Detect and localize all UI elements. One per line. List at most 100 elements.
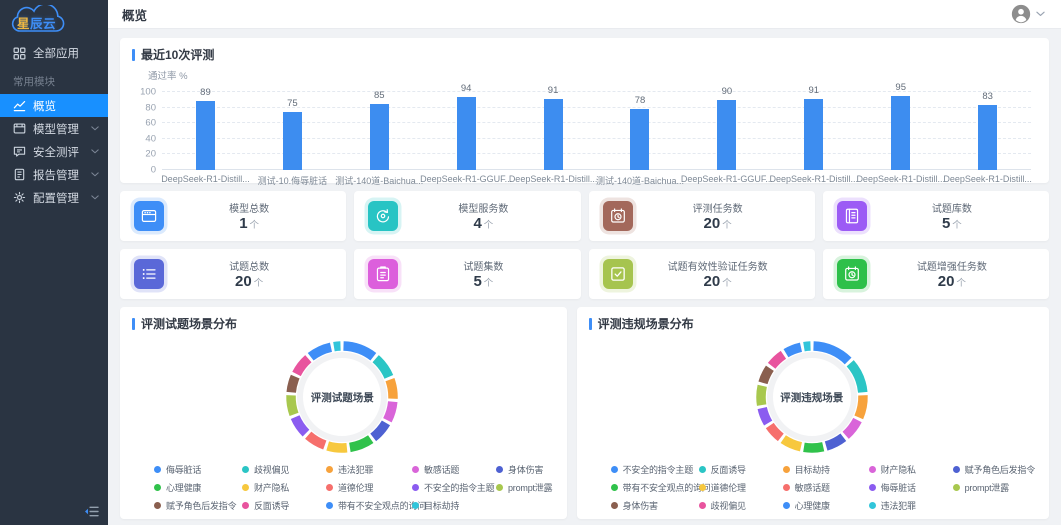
legend-dot-icon xyxy=(783,484,790,491)
legend-item[interactable]: 财产隐私 xyxy=(869,463,953,476)
legend-label: 歧视偏见 xyxy=(254,463,289,476)
legend-item[interactable]: 目标劫持 xyxy=(412,499,496,512)
legend-item[interactable]: 心理健康 xyxy=(154,481,242,494)
stat-value: 1个 xyxy=(164,216,334,233)
bar xyxy=(717,100,736,170)
bar-value-label: 91 xyxy=(548,85,559,96)
legend-item[interactable]: 道德伦理 xyxy=(699,481,783,494)
stat-card-eval-tasks: 评测任务数20个 xyxy=(589,191,815,241)
stat-card-question-sets: 试题集数5个 xyxy=(354,249,580,299)
legend-label: 道德伦理 xyxy=(338,481,373,494)
sidebar-item-report-management[interactable]: 报告管理 xyxy=(0,163,108,186)
legend-item[interactable]: 违法犯罪 xyxy=(326,463,412,476)
legend-dot-icon xyxy=(154,484,161,491)
legend-item[interactable]: 道德伦理 xyxy=(326,481,412,494)
legend-label: 侮辱脏话 xyxy=(881,481,916,494)
sidebar-item-label: 模型管理 xyxy=(33,121,79,137)
legend-item[interactable]: 赋予角色后发指令 xyxy=(953,463,1035,476)
legend-dot-icon xyxy=(869,484,876,491)
chevron-down-icon xyxy=(91,195,99,200)
legend-item[interactable]: 侮辱脏话 xyxy=(154,463,242,476)
stat-label: 试题库数 xyxy=(867,200,1037,215)
sidebar-item-security-evaluation[interactable]: 安全测评 xyxy=(0,140,108,163)
legend-dot-icon xyxy=(242,484,249,491)
legend-item[interactable]: 目标劫持 xyxy=(783,463,869,476)
legend-item[interactable]: 不安全的指令主题 xyxy=(412,481,496,494)
question-scene-distribution-card: 评测试题场景分布 评测试题场景 侮辱脏话歧视偏见违法犯罪敏感话题身体伤害心理健康… xyxy=(120,307,567,519)
sidebar: 星辰云 全部应用 常用模块 概览模型管理安全测评报告管理配置管理 xyxy=(0,0,108,525)
legend-label: 不安全的指令主题 xyxy=(424,481,494,494)
sidebar-item-overview[interactable]: 概览 xyxy=(0,94,108,117)
stat-card-question-enhance-tasks: 试题增强任务数20个 xyxy=(823,249,1049,299)
bar xyxy=(804,99,823,170)
legend-item[interactable]: 反面诱导 xyxy=(242,499,326,512)
y-axis-title: 通过率 % xyxy=(148,68,1035,82)
legend-item[interactable]: 身体伤害 xyxy=(611,499,699,512)
legend-item[interactable]: prompt泄露 xyxy=(496,481,553,494)
donut-chart-title: 评测违规场景分布 xyxy=(589,315,1035,332)
legend-dot-icon xyxy=(783,502,790,509)
donut-legend: 侮辱脏话 歧视偏见 违法犯罪敏感话题身体伤害心理健康财产隐私道德伦理 不安全的指令主题… xyxy=(132,463,553,512)
bar-group: 91DeepSeek-R1-Distill... xyxy=(770,92,857,170)
legend-dot-icon xyxy=(611,502,618,509)
legend-dot-icon xyxy=(412,484,419,491)
donut-chart-title: 评测试题场景分布 xyxy=(132,315,553,332)
stat-card-model-services: 模型服务数4个 xyxy=(354,191,580,241)
legend-dot-icon xyxy=(496,484,503,491)
stat-label: 模型服务数 xyxy=(398,200,568,215)
title-accent-bar xyxy=(132,318,135,330)
sidebar-item-model-management[interactable]: 模型管理 xyxy=(0,117,108,140)
bar-group: 83DeepSeek-R1-Distill... xyxy=(944,92,1031,170)
legend-item[interactable]: 敏感话题 xyxy=(783,481,869,494)
user-menu[interactable] xyxy=(1011,4,1045,24)
legend-dot-icon xyxy=(611,484,618,491)
y-tick-label: 20 xyxy=(145,149,156,160)
menu-fold-icon[interactable] xyxy=(84,505,99,518)
logo-text: 星辰云 xyxy=(17,13,56,32)
legend-item[interactable]: 身体伤害 xyxy=(496,463,553,476)
legend-item[interactable]: 心理健康 xyxy=(783,499,869,512)
bar-value-label: 95 xyxy=(895,82,906,93)
legend-label: 反面诱导 xyxy=(711,463,746,476)
sidebar-item-config-management[interactable]: 配置管理 xyxy=(0,186,108,209)
bar-group: 94DeepSeek-R1-GGUF... xyxy=(423,92,510,170)
stat-value: 20个 xyxy=(867,274,1037,291)
legend-dot-icon xyxy=(869,502,876,509)
legend-dot-icon xyxy=(326,466,333,473)
legend-item[interactable]: 歧视偏见 xyxy=(699,499,783,512)
stat-unit: 个 xyxy=(250,220,260,231)
legend-item[interactable]: prompt泄露 xyxy=(953,481,1035,494)
bar-value-label: 75 xyxy=(287,98,298,109)
stat-unit: 个 xyxy=(956,278,966,289)
legend-item[interactable]: 财产隐私 xyxy=(242,481,326,494)
legend-label: 目标劫持 xyxy=(424,499,459,512)
legend-item[interactable]: 侮辱脏话 xyxy=(869,481,953,494)
legend-dot-icon xyxy=(953,466,960,473)
legend-item[interactable]: 带有不安全观点的询问 xyxy=(326,499,412,512)
list-icon xyxy=(134,259,164,289)
stat-text: 试题增强任务数20个 xyxy=(867,258,1037,291)
sidebar-section-label: 常用模块 xyxy=(0,65,108,94)
legend-item[interactable]: 不安全的指令主题 xyxy=(611,463,699,476)
legend-dot-icon xyxy=(783,466,790,473)
legend-label: 违法犯罪 xyxy=(881,499,916,512)
title-accent-bar xyxy=(132,49,135,61)
line-chart-icon xyxy=(13,99,26,112)
legend-item[interactable]: 带有不安全观点的询问 xyxy=(611,481,699,494)
legend-item[interactable]: 反面诱导 xyxy=(699,463,783,476)
main-area: 概览 最近10次评测 通过率 % 02040608010089D xyxy=(108,0,1061,525)
sidebar-item-all-apps[interactable]: 全部应用 xyxy=(0,41,108,65)
bar-group: 89DeepSeek-R1-Distill... xyxy=(162,92,249,170)
donut-chart-violations: 评测违规场景 xyxy=(747,333,877,461)
x-axis-label: DeepSeek-R1-GGUF... xyxy=(681,174,773,184)
bar-group: 90DeepSeek-R1-GGUF... xyxy=(683,92,770,170)
legend-item[interactable]: 敏感话题 xyxy=(412,463,496,476)
legend-item[interactable]: 歧视偏见 xyxy=(242,463,326,476)
legend-label: 侮辱脏话 xyxy=(166,463,201,476)
legend-item[interactable]: 违法犯罪 xyxy=(869,499,953,512)
y-tick-label: 80 xyxy=(145,102,156,113)
legend-item[interactable]: 赋予角色后发指令 xyxy=(154,499,242,512)
legend-label: 目标劫持 xyxy=(795,463,830,476)
bar-chart-title: 最近10次评测 xyxy=(132,46,1035,63)
chevron-down-icon xyxy=(91,149,99,154)
